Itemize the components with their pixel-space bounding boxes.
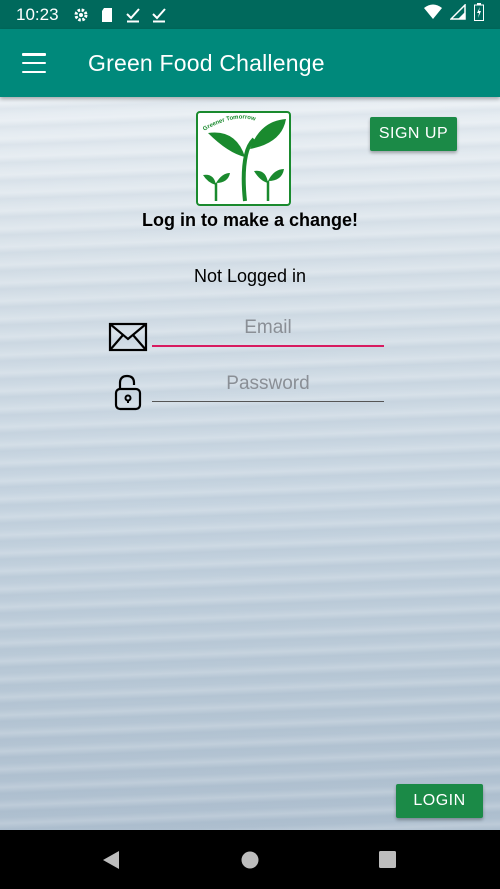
unlocked-padlock-icon xyxy=(113,373,143,416)
sd-card-icon xyxy=(99,7,115,23)
login-status-text: Not Logged in xyxy=(193,266,307,286)
battery-icon xyxy=(474,3,484,26)
signal-icon xyxy=(449,3,466,25)
signup-button[interactable]: SIGN UP xyxy=(370,117,457,151)
password-field[interactable] xyxy=(152,366,384,402)
recents-icon[interactable] xyxy=(378,850,398,870)
login-screen: Greener Tomorrow SIGN UP Log in to make … xyxy=(0,97,500,830)
plant-sprout-logo: Greener Tomorrow xyxy=(196,111,291,206)
logo-text: Greener Tomorrow xyxy=(202,114,256,132)
back-icon[interactable] xyxy=(101,850,121,870)
envelope-icon xyxy=(108,322,148,357)
gear-icon xyxy=(73,7,89,23)
system-nav-bar xyxy=(0,830,500,889)
app-bar: Green Food Challenge xyxy=(0,29,500,97)
hamburger-menu-icon[interactable] xyxy=(22,53,46,73)
download-done-icon xyxy=(151,7,167,23)
download-done-icon xyxy=(125,7,141,23)
home-icon[interactable] xyxy=(240,850,260,870)
email-field[interactable] xyxy=(152,311,384,347)
svg-text:Greener Tomorrow: Greener Tomorrow xyxy=(202,114,256,132)
wifi-icon xyxy=(424,4,442,25)
status-time: 10:23 xyxy=(16,4,59,24)
status-bar: 10:23 xyxy=(0,0,500,29)
app-title: Green Food Challenge xyxy=(88,49,325,76)
login-button[interactable]: LOGIN xyxy=(396,784,483,818)
tagline: Log in to make a change! xyxy=(141,210,359,230)
